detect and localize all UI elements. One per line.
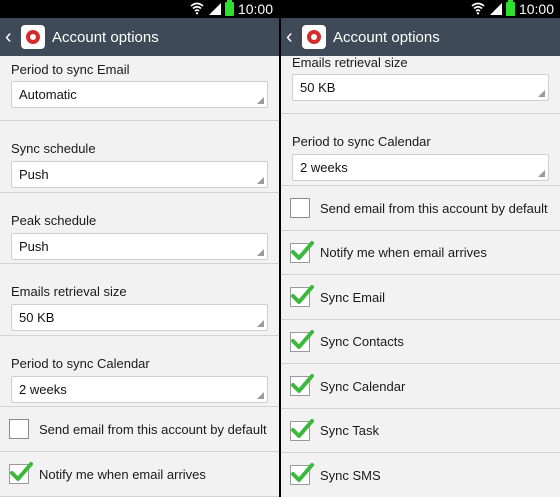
notify-email-checkbox[interactable] <box>290 240 314 263</box>
wifi-icon <box>471 2 485 15</box>
setting-label: Emails retrieval size <box>292 56 408 70</box>
checkmark-icon <box>291 285 314 304</box>
email-app-icon[interactable] <box>302 25 326 49</box>
send-email-default-row[interactable]: Send email from this account by default <box>281 186 560 231</box>
dropdown-value: Push <box>19 239 49 254</box>
signal-icon <box>209 3 221 15</box>
sync-email-row[interactable]: Sync Email <box>281 275 560 320</box>
sync-task-checkbox[interactable] <box>290 418 314 441</box>
checkmark-icon <box>291 240 314 260</box>
checkmark-icon <box>291 329 314 349</box>
sync-schedule-dropdown[interactable]: Push <box>11 161 268 188</box>
dropdown-value: 2 weeks <box>19 382 67 397</box>
setting-label: Peak schedule <box>11 213 97 228</box>
dropdown-caret-icon <box>257 97 264 104</box>
setting-label: Emails retrieval size <box>11 284 127 299</box>
setting-sync-schedule[interactable]: Sync schedule Push <box>0 121 279 193</box>
setting-label: Period to sync Calendar <box>11 356 150 371</box>
period-sync-calendar-dropdown[interactable]: 2 weeks <box>292 154 549 181</box>
send-email-default-row[interactable]: Send email from this account by default <box>0 407 279 452</box>
status-bar: 10:00 <box>281 0 560 18</box>
emails-retrieval-size-dropdown[interactable]: 50 KB <box>292 74 549 101</box>
setting-label: Period to sync Email <box>11 62 130 77</box>
dropdown-value: Automatic <box>19 87 77 102</box>
battery-icon <box>225 0 234 16</box>
back-arrow-icon[interactable]: ‹ <box>286 27 302 47</box>
send-email-default-checkbox[interactable] <box>290 198 310 218</box>
dropdown-value: 50 KB <box>19 310 55 325</box>
send-email-default-checkbox[interactable] <box>9 419 29 439</box>
back-arrow-icon[interactable]: ‹ <box>5 27 21 47</box>
period-sync-calendar-dropdown[interactable]: 2 weeks <box>11 376 268 403</box>
page-title: Account options <box>52 28 159 46</box>
dropdown-caret-icon <box>257 249 264 256</box>
sync-task-row[interactable]: Sync Task <box>281 409 560 453</box>
dropdown-caret-icon <box>257 392 264 399</box>
page-title: Account options <box>333 28 440 46</box>
battery-icon <box>506 0 515 16</box>
status-time: 10:00 <box>518 1 554 17</box>
sync-calendar-row[interactable]: Sync Calendar <box>281 364 560 409</box>
sync-sms-checkbox[interactable] <box>290 463 314 485</box>
status-bar: 10:00 <box>0 0 279 18</box>
setting-label: Period to sync Calendar <box>292 134 431 149</box>
dropdown-caret-icon <box>257 320 264 327</box>
emails-retrieval-size-dropdown[interactable]: 50 KB <box>11 304 268 331</box>
signal-icon <box>490 3 502 15</box>
notify-email-row[interactable]: Notify me when email arrives <box>281 231 560 275</box>
setting-period-sync-email[interactable]: Period to sync Email Automatic <box>0 56 279 121</box>
dropdown-caret-icon <box>257 177 264 184</box>
checkmark-icon <box>291 418 314 438</box>
notify-email-row[interactable]: Notify me when email arrives <box>0 452 279 497</box>
checkbox-label: Sync SMS <box>320 467 381 483</box>
dropdown-value: Push <box>19 167 49 182</box>
checkbox-label: Send email from this account by default <box>320 200 548 216</box>
settings-list[interactable]: Period to sync Email Automatic Sync sche… <box>0 56 279 497</box>
checkbox-label: Sync Contacts <box>320 334 404 349</box>
setting-label: Sync schedule <box>11 141 96 156</box>
account-options-screen-right: 10:00 ‹ Account options Emails retrieval… <box>281 0 560 497</box>
period-sync-email-dropdown[interactable]: Automatic <box>11 81 268 108</box>
action-bar: ‹ Account options <box>0 18 279 56</box>
dropdown-caret-icon <box>538 90 545 97</box>
settings-list[interactable]: Emails retrieval size 50 KB Period to sy… <box>281 56 560 497</box>
checkmark-icon <box>291 463 314 482</box>
dropdown-value: 50 KB <box>300 80 336 95</box>
checkbox-label: Sync Calendar <box>320 378 406 394</box>
dropdown-caret-icon <box>538 170 545 177</box>
checkmark-icon <box>291 374 314 393</box>
setting-period-sync-calendar[interactable]: Period to sync Calendar 2 weeks <box>281 114 560 186</box>
sync-calendar-checkbox[interactable] <box>290 374 314 396</box>
account-options-screen-left: 10:00 ‹ Account options Period to sync E… <box>0 0 279 497</box>
setting-period-sync-calendar[interactable]: Period to sync Calendar 2 weeks <box>0 336 279 407</box>
checkbox-label: Notify me when email arrives <box>320 245 487 260</box>
sync-email-checkbox[interactable] <box>290 285 314 307</box>
checkbox-label: Notify me when email arrives <box>39 466 206 482</box>
sync-contacts-row[interactable]: Sync Contacts <box>281 320 560 364</box>
checkbox-label: Sync Task <box>320 423 380 438</box>
checkbox-label: Send email from this account by default <box>39 421 267 437</box>
status-time: 10:00 <box>237 1 273 17</box>
setting-peak-schedule[interactable]: Peak schedule Push <box>0 193 279 264</box>
action-bar: ‹ Account options <box>281 18 560 56</box>
setting-emails-retrieval-size[interactable]: Emails retrieval size 50 KB <box>0 264 279 336</box>
checkbox-label: Sync Email <box>320 289 386 305</box>
sync-sms-row[interactable]: Sync SMS <box>281 453 560 497</box>
wifi-icon <box>190 2 204 15</box>
dropdown-value: 2 weeks <box>300 160 348 175</box>
notify-email-checkbox[interactable] <box>9 462 33 484</box>
sync-contacts-checkbox[interactable] <box>290 329 314 352</box>
setting-emails-retrieval-size[interactable]: Emails retrieval size 50 KB <box>281 56 560 114</box>
email-app-icon[interactable] <box>21 25 45 49</box>
checkmark-icon <box>10 462 33 481</box>
peak-schedule-dropdown[interactable]: Push <box>11 233 268 260</box>
